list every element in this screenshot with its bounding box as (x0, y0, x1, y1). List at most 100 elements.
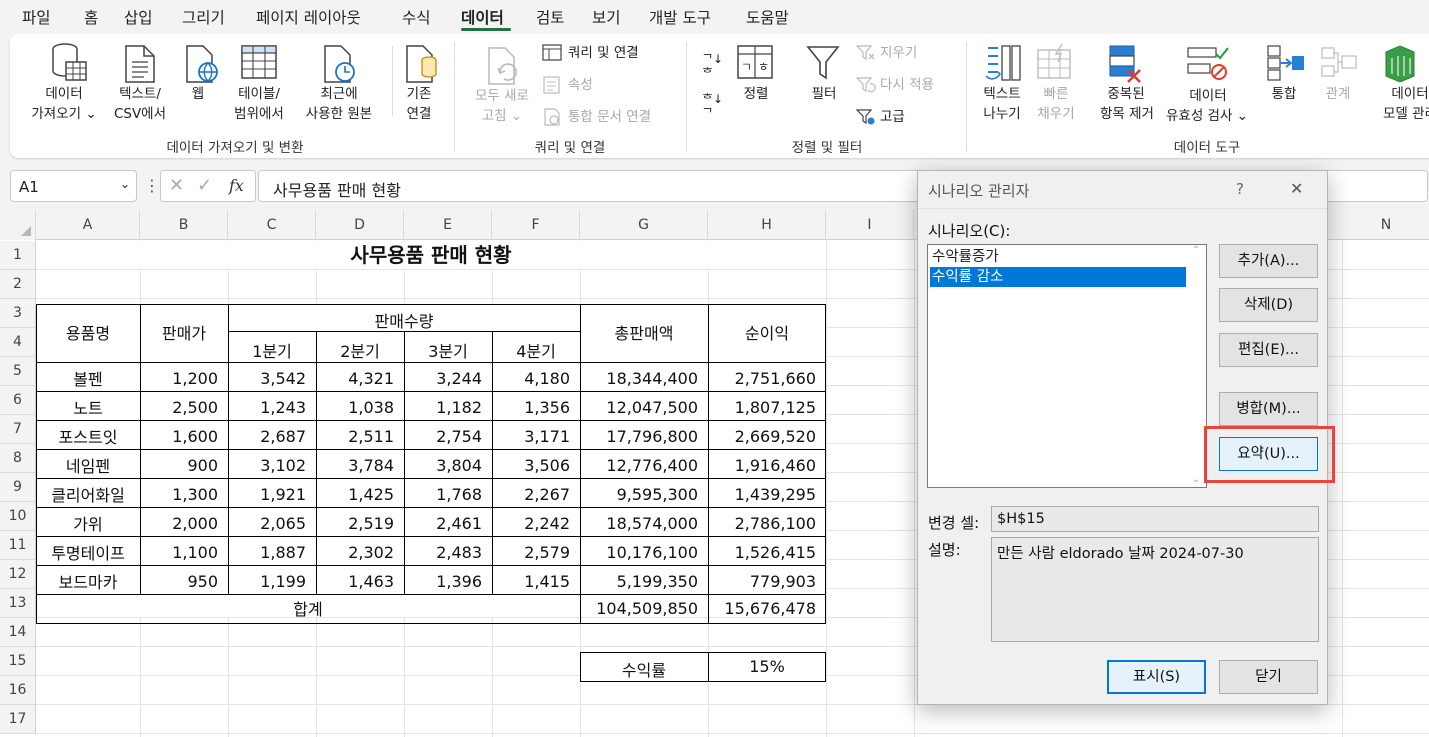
close-icon[interactable]: ✕ (1290, 179, 1303, 198)
q2-cell[interactable]: 2,511 (316, 427, 394, 446)
profit-cell[interactable]: 2,786,100 (708, 514, 816, 533)
price-cell[interactable]: 1,100 (140, 543, 218, 562)
price-cell[interactable]: 950 (140, 572, 218, 591)
column-header-g[interactable]: G (580, 210, 708, 240)
select-all-corner[interactable] (0, 210, 36, 240)
row-header-6[interactable]: 6 (0, 386, 36, 415)
menu-page-layout[interactable]: 페이지 레이아웃 (256, 6, 361, 28)
q4-cell[interactable]: 3,171 (492, 427, 570, 446)
close-button[interactable]: 닫기 (1219, 660, 1318, 694)
row-header-16[interactable]: 16 (0, 676, 36, 705)
delete-button[interactable]: 삭제(D) (1219, 288, 1318, 322)
show-button[interactable]: 표시(S) (1107, 660, 1206, 694)
row-header-5[interactable]: 5 (0, 357, 36, 386)
merge-button[interactable]: 병합(M)... (1219, 392, 1318, 426)
q1-cell[interactable]: 1,199 (228, 572, 306, 591)
q4-cell[interactable]: 4,180 (492, 369, 570, 388)
q2-cell[interactable]: 1,463 (316, 572, 394, 591)
profit-cell[interactable]: 1,916,460 (708, 456, 816, 475)
chevron-down-icon[interactable]: ⌄ (120, 177, 130, 191)
column-header-a[interactable]: A (36, 210, 140, 240)
item-name-cell[interactable]: 포스트잇 (36, 424, 140, 448)
q1-cell[interactable]: 2,687 (228, 427, 306, 446)
menu-file[interactable]: 파일 (22, 6, 51, 28)
q4-cell[interactable]: 3,506 (492, 456, 570, 475)
row-header-12[interactable]: 12 (0, 560, 36, 589)
column-header-d[interactable]: D (316, 210, 404, 240)
q3-cell[interactable]: 2,754 (404, 427, 482, 446)
q4-cell[interactable]: 2,242 (492, 514, 570, 533)
edit-button[interactable]: 편집(E)... (1219, 333, 1318, 367)
item-name-cell[interactable]: 클리어화일 (36, 482, 140, 506)
q2-cell[interactable]: 3,784 (316, 456, 394, 475)
item-name-cell[interactable]: 볼펜 (36, 366, 140, 390)
column-header-i[interactable]: I (826, 210, 914, 240)
price-cell[interactable]: 900 (140, 456, 218, 475)
menu-home[interactable]: 홈 (84, 6, 98, 28)
column-header-e[interactable]: E (404, 210, 492, 240)
q3-cell[interactable]: 1,768 (404, 485, 482, 504)
total-cell[interactable]: 18,344,400 (580, 369, 698, 388)
insert-function-icon[interactable]: fx (229, 176, 244, 195)
menu-formulas[interactable]: 수식 (402, 6, 431, 28)
total-cell[interactable]: 12,776,400 (580, 456, 698, 475)
row-header-7[interactable]: 7 (0, 415, 36, 444)
q1-cell[interactable]: 1,243 (228, 398, 306, 417)
price-cell[interactable]: 2,000 (140, 514, 218, 533)
item-name-cell[interactable]: 네임펜 (36, 453, 140, 477)
row-header-14[interactable]: 14 (0, 618, 36, 647)
item-name-cell[interactable]: 노트 (36, 395, 140, 419)
row-header-2[interactable]: 2 (0, 270, 36, 299)
scroll-up-icon[interactable]: ⌃ (1192, 245, 1200, 256)
row-header-9[interactable]: 9 (0, 473, 36, 502)
row-header-1[interactable]: 1 (0, 241, 36, 270)
menu-view[interactable]: 보기 (592, 6, 621, 28)
add-button[interactable]: 추가(A)... (1219, 244, 1318, 278)
column-header-b[interactable]: B (140, 210, 228, 240)
check-icon[interactable]: ✓ (197, 175, 212, 196)
profit-cell[interactable]: 1,526,415 (708, 543, 816, 562)
q3-cell[interactable]: 1,182 (404, 398, 482, 417)
cancel-icon[interactable]: ✕ (169, 175, 184, 196)
scenario-list[interactable]: 수악률증가 수익률 감소 ⌃ ⌄ (927, 244, 1207, 488)
row-header-4[interactable]: 4 (0, 328, 36, 357)
row-header-8[interactable]: 8 (0, 444, 36, 473)
menu-insert[interactable]: 삽입 (124, 6, 153, 28)
q3-cell[interactable]: 2,461 (404, 514, 482, 533)
menu-help[interactable]: 도움말 (746, 6, 789, 28)
scenario-item[interactable]: 수악률증가 (930, 247, 1186, 267)
row-header-13[interactable]: 13 (0, 589, 36, 618)
q1-cell[interactable]: 2,065 (228, 514, 306, 533)
column-header-h[interactable]: H (708, 210, 826, 240)
item-name-cell[interactable]: 가위 (36, 511, 140, 535)
scenario-item-selected[interactable]: 수익률 감소 (930, 267, 1186, 287)
rate-value[interactable]: 15% (708, 657, 826, 676)
q2-cell[interactable]: 1,038 (316, 398, 394, 417)
q4-cell[interactable]: 2,579 (492, 543, 570, 562)
more-options-icon[interactable]: ⋮ (144, 176, 160, 195)
q1-cell[interactable]: 1,921 (228, 485, 306, 504)
column-header-n[interactable]: N (1342, 210, 1429, 240)
row-header-3[interactable]: 3 (0, 299, 36, 328)
q4-cell[interactable]: 2,267 (492, 485, 570, 504)
q3-cell[interactable]: 3,804 (404, 456, 482, 475)
q4-cell[interactable]: 1,415 (492, 572, 570, 591)
menu-review[interactable]: 검토 (536, 6, 565, 28)
profit-cell[interactable]: 2,751,660 (708, 369, 816, 388)
q2-cell[interactable]: 2,519 (316, 514, 394, 533)
row-header-11[interactable]: 11 (0, 531, 36, 560)
item-name-cell[interactable]: 보드마카 (36, 569, 140, 593)
profit-cell[interactable]: 1,439,295 (708, 485, 816, 504)
q3-cell[interactable]: 2,483 (404, 543, 482, 562)
menu-developer[interactable]: 개발 도구 (649, 6, 711, 28)
price-cell[interactable]: 1,200 (140, 369, 218, 388)
column-header-c[interactable]: C (228, 210, 316, 240)
q2-cell[interactable]: 4,321 (316, 369, 394, 388)
total-cell[interactable]: 5,199,350 (580, 572, 698, 591)
menu-data[interactable]: 데이터 (461, 6, 504, 28)
item-name-cell[interactable]: 투명테이프 (36, 540, 140, 564)
total-cell[interactable]: 18,574,000 (580, 514, 698, 533)
menu-draw[interactable]: 그리기 (182, 6, 225, 28)
profit-cell[interactable]: 1,807,125 (708, 398, 816, 417)
help-button[interactable]: ? (1236, 180, 1244, 198)
